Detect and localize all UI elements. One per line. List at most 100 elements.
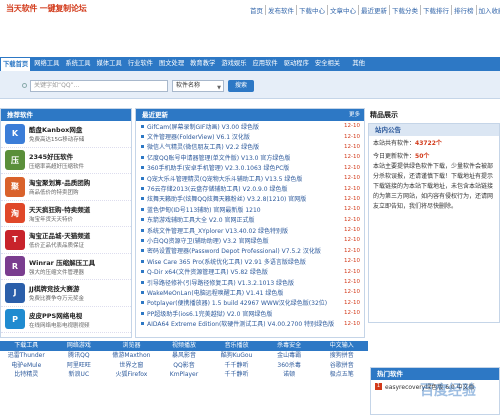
software-link[interactable]: 极点五笔 [315, 370, 368, 380]
top-nav-articles[interactable]: 文章中心 [327, 5, 358, 15]
software-link[interactable]: 阿里旺旺 [53, 361, 106, 371]
list-item[interactable]: WakeMeOnLan(电脑远程唤醒工具) V1.41 绿色版 12-10 [136, 287, 364, 297]
list-item-title[interactable]: 微信人气精灵(微信朋友工具) V2.2 绿色版 [147, 142, 341, 151]
list-item[interactable]: 小白QQ资源守卫(辅助助理) V3.2 官网绿色版 12-10 [136, 235, 364, 245]
top-nav-recent[interactable]: 最近更新 [358, 5, 389, 15]
software-link[interactable]: 千千静听 [210, 370, 263, 380]
category-head[interactable]: 音乐播放 [210, 341, 263, 351]
category-head[interactable]: 下载工具 [0, 341, 53, 351]
list-item-title[interactable]: AIDA64 Extreme Edition(软硬件测试工具) V4.00.27… [147, 319, 341, 328]
recommend-item[interactable]: J JJ棋牌竞技大赛游 免费比赛争夺万元奖金 [1, 280, 131, 307]
software-link[interactable]: 搜狗拼音 [315, 351, 368, 361]
software-link[interactable]: QQ影音 [158, 361, 211, 371]
list-item[interactable]: 炫舞天籁助手(炫舞QQ炫舞天籁粉丝) V3.2.8(1210) 官网版 12-10 [136, 194, 364, 204]
software-link[interactable]: 千千静听 [210, 361, 263, 371]
recommend-item[interactable]: R Winrar 压缩解压工具 强大的压缩文件管理器 [1, 254, 131, 280]
nav-tab-network[interactable]: 网络工具 [31, 57, 62, 71]
recommend-item[interactable]: P 皮皮PPS网络电视 在线网络电影电视剧视频 [1, 307, 131, 333]
more-link[interactable]: 更多 [349, 109, 360, 121]
list-item-title[interactable]: 文件管理器(FolderView) V6.1 汉化版 [147, 132, 341, 141]
software-link[interactable]: 360杀毒 [263, 361, 316, 371]
list-item-title[interactable]: 亿度QQ账号申请器管理(单文件版) V13.0 官方绿色版 [147, 153, 341, 162]
software-link[interactable]: 谷歌拼音 [315, 361, 368, 371]
top-nav-rank-list[interactable]: 排行榜 [451, 5, 476, 15]
nav-tab-security[interactable]: 安全相关 [312, 57, 343, 71]
nav-tab-system[interactable]: 系统工具 [62, 57, 93, 71]
list-item[interactable]: 亿度QQ账号申请器管理(单文件版) V13.0 官方绿色版 12-10 [136, 152, 364, 162]
category-head[interactable]: 网络游戏 [53, 341, 106, 351]
list-item-title[interactable]: Q-Dir x64(文件资源管理工具) V5.82 绿色版 [147, 267, 341, 276]
list-item-title[interactable]: GifCam(屏幕录制GIF动画) V3.00 绿色版 [147, 122, 341, 131]
software-link[interactable]: 傲游Maxthon [105, 351, 158, 361]
list-item-title[interactable]: 引导路径修补(引导路径修复工具) V1.3.2.1013 绿色版 [147, 278, 341, 287]
recommend-item[interactable]: K 酷盘Kanbox网盘 免费高达15G移动存储 [1, 121, 131, 148]
top-nav-categories[interactable]: 下载分类 [389, 5, 420, 15]
list-item[interactable]: 引导路径修补(引导路径修复工具) V1.3.2.1013 绿色版 12-10 [136, 277, 364, 287]
software-link[interactable]: 金山毒霸 [263, 351, 316, 361]
nav-tab-education[interactable]: 教育教学 [187, 57, 218, 71]
list-item-title[interactable]: 密码设置管理器(Password Depot Professional) V7.… [147, 246, 341, 255]
list-item[interactable]: 360手机助手(安卓手机管理) V2.3.0.1063 绿色PC版 12-10 [136, 163, 364, 173]
top-nav-publish[interactable]: 发布软件 [265, 5, 296, 15]
recommend-item[interactable]: 淘天天疯狂购-特卖频道 淘宝年货天天特价 [1, 201, 131, 227]
search-type-select[interactable]: 软件名称 ▼ [172, 80, 224, 92]
category-head[interactable]: 杀毒安全 [263, 341, 316, 351]
list-item[interactable]: Potplayer(便携播放器) 1.5 build 42967 WWW汉化绿色… [136, 298, 364, 308]
list-item-title[interactable]: 炫舞天籁助手(炫舞QQ炫舞天籁粉丝) V3.2.8(1210) 官网版 [147, 194, 341, 203]
search-input[interactable]: 关键字如“QQ”... [30, 80, 168, 92]
list-item-title[interactable]: Q宠大乐斗管理精灵(Q宠物大乐斗辅助工具) V13.5 绿色版 [147, 174, 341, 183]
list-item[interactable]: GifCam(屏幕录制GIF动画) V3.00 绿色版 12-10 [136, 121, 364, 131]
software-link[interactable]: KmPlayer [158, 370, 211, 380]
software-link[interactable]: 腾讯QQ [53, 351, 106, 361]
category-head[interactable]: 浏览器 [105, 341, 158, 351]
list-item-title[interactable]: 小白QQ资源守卫(辅助助理) V3.2 官网绿色版 [147, 236, 341, 245]
nav-tab-industry[interactable]: 行业软件 [125, 57, 156, 71]
nav-tab-games[interactable]: 游戏娱乐 [218, 57, 249, 71]
nav-tab-home[interactable]: 下载首页 [0, 57, 32, 71]
list-item-title[interactable]: 76云存储2013(云盘存储辅助工具) V2.0.9.0 绿色版 [147, 184, 341, 193]
nav-tab-media[interactable]: 媒体工具 [94, 57, 125, 71]
list-item[interactable]: PP超级助手(ios6.1完美越狱) V2.0 官网绿色版 12-10 [136, 308, 364, 318]
category-head[interactable]: 视频播放 [158, 341, 211, 351]
software-link[interactable]: 电驴eMule [0, 361, 53, 371]
list-item-title[interactable]: 系统文件管理工具_XYplorer V13.40.02 绿色特别版 [147, 226, 341, 235]
list-item-title[interactable]: 360手机助手(安卓手机管理) V2.3.0.1063 绿色PC版 [147, 163, 341, 172]
list-item[interactable]: 东箭游戏辅助工具大全 V2.0 官网正式版 12-10 [136, 215, 364, 225]
recommend-item[interactable]: 聚淘宝聚划算-品质团购 商品低价的特卖团购 [1, 174, 131, 201]
software-link[interactable]: 暴风影音 [158, 351, 211, 361]
top-nav-home[interactable]: 首页 [248, 5, 265, 15]
top-nav-favorite[interactable]: 加入收藏 [475, 5, 500, 15]
list-item[interactable]: 密码设置管理器(Password Depot Professional) V7.… [136, 246, 364, 256]
recommend-item[interactable]: 压 2345好压软件 压缩率高超好压缩软件 [1, 148, 131, 174]
list-item[interactable]: AIDA64 Extreme Edition(软硬件测试工具) V4.00.27… [136, 318, 364, 328]
top-nav-download-center[interactable]: 下载中心 [296, 5, 327, 15]
list-item-title[interactable]: Wise Care 365 Pro(系统优化工具) V2.91 多语言版绿色版 [147, 257, 341, 266]
nav-tab-graphics[interactable]: 图文处理 [156, 57, 187, 71]
nav-tab-other[interactable]: 其他 [343, 57, 374, 71]
list-item-title[interactable]: 蓝色伊甸(ID号113辅助) 官网最新版 1210 [147, 205, 341, 214]
site-logo[interactable]: 当天软件 一键复制论坛 [6, 3, 87, 14]
software-link[interactable]: 比特精灵 [0, 370, 53, 380]
software-link[interactable]: 世界之窗 [105, 361, 158, 371]
top-nav-ranking[interactable]: 下载排行 [420, 5, 451, 15]
list-item-title[interactable]: PP超级助手(ios6.1完美越狱) V2.0 官网绿色版 [147, 309, 341, 318]
list-item[interactable]: 系统文件管理工具_XYplorer V13.40.02 绿色特别版 12-10 [136, 225, 364, 235]
software-link[interactable]: 酷狗KuGou [210, 351, 263, 361]
software-link[interactable]: 新浪UC [53, 370, 106, 380]
list-item-title[interactable]: Potplayer(便携播放器) 1.5 build 42967 WWW汉化绿色… [147, 298, 341, 307]
list-item[interactable]: Q-Dir x64(文件资源管理工具) V5.82 绿色版 12-10 [136, 266, 364, 276]
nav-tab-apps[interactable]: 应用软件 [250, 57, 281, 71]
list-item[interactable]: 微信人气精灵(微信朋友工具) V2.2 绿色版 12-10 [136, 142, 364, 152]
nav-tab-drivers[interactable]: 驱动程序 [281, 57, 312, 71]
software-link[interactable]: 诺顿 [263, 370, 316, 380]
list-item[interactable]: 76云存储2013(云盘存储辅助工具) V2.0.9.0 绿色版 12-10 [136, 183, 364, 193]
software-link[interactable]: 迅雷Thunder [0, 351, 53, 361]
list-item-title[interactable]: WakeMeOnLan(电脑远程唤醒工具) V1.41 绿色版 [147, 288, 341, 297]
search-button[interactable]: 搜索 [228, 80, 254, 92]
recommend-item[interactable]: T 淘宝正品城-天猫频道 低价正品代表品质保证 [1, 227, 131, 254]
list-item[interactable]: 文件管理器(FolderView) V6.1 汉化版 12-10 [136, 131, 364, 141]
list-item[interactable]: 蓝色伊甸(ID号113辅助) 官网最新版 1210 12-10 [136, 204, 364, 214]
software-link[interactable]: 火狐Firefox [105, 370, 158, 380]
category-head[interactable]: 中文输入 [315, 341, 368, 351]
list-item[interactable]: Wise Care 365 Pro(系统优化工具) V2.91 多语言版绿色版 1… [136, 256, 364, 266]
